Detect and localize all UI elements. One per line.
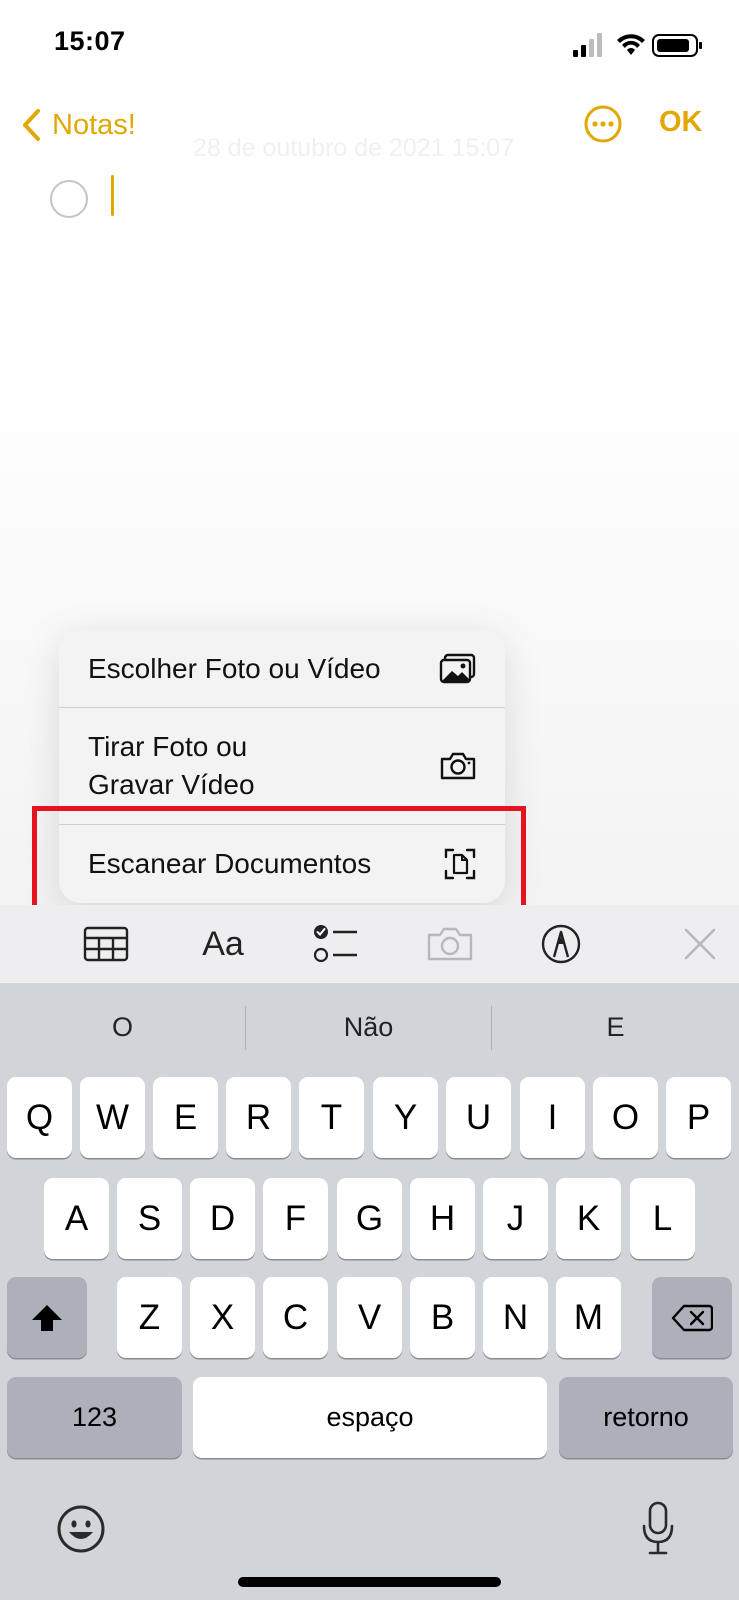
close-toolbar-button[interactable] [680,918,720,970]
battery-icon [652,34,702,57]
ellipsis-circle-icon [584,105,622,143]
backspace-icon [671,1304,713,1331]
emoji-icon [57,1505,105,1553]
key-d[interactable]: D [190,1178,255,1259]
more-options-button[interactable] [583,104,623,144]
text-caret [111,175,114,216]
key-u[interactable]: U [446,1077,511,1158]
key-w[interactable]: W [80,1077,145,1158]
menu-item-label: Escolher Foto ou Vídeo [88,652,381,684]
key-k[interactable]: K [556,1178,621,1259]
key-f[interactable]: F [263,1178,328,1259]
numbers-key[interactable]: 123 [7,1377,182,1458]
key-v[interactable]: V [337,1277,402,1358]
microphone-icon [642,1501,674,1555]
suggestion-3[interactable]: E [492,1002,739,1052]
delete-key[interactable] [652,1277,732,1358]
markup-icon [541,924,581,964]
checklist-icon [313,925,357,963]
key-r[interactable]: R [226,1077,291,1158]
key-i[interactable]: I [520,1077,585,1158]
format-text-button[interactable]: Aa [194,918,252,970]
cellular-signal-icon [573,33,602,57]
return-key[interactable]: retorno [559,1377,733,1458]
back-label: Notas! [52,108,136,141]
shift-icon [32,1304,62,1331]
home-indicator [238,1577,501,1587]
key-c[interactable]: C [263,1277,328,1358]
markup-button[interactable] [538,918,584,970]
menu-item-choose-photo[interactable]: Escolher Foto ou Vídeo [59,630,505,708]
suggestion-2[interactable]: Não [246,1002,491,1052]
close-icon [684,928,716,960]
suggestion-1[interactable]: O [0,1002,245,1052]
table-button[interactable] [80,918,132,970]
emoji-button[interactable] [56,1504,106,1554]
done-button[interactable]: OK [659,106,703,139]
key-g[interactable]: G [337,1178,402,1259]
key-z[interactable]: Z [117,1277,182,1358]
key-m[interactable]: M [556,1277,621,1358]
key-h[interactable]: H [410,1178,475,1259]
key-s[interactable]: S [117,1178,182,1259]
menu-item-label: Tirar Foto ou Gravar Vídeo [88,731,255,800]
chevron-left-icon [23,109,40,141]
back-button[interactable]: Notas! [20,100,136,150]
key-n[interactable]: N [483,1277,548,1358]
key-a[interactable]: A [44,1178,109,1259]
key-t[interactable]: T [299,1077,364,1158]
key-x[interactable]: X [190,1277,255,1358]
table-icon [83,926,129,962]
shift-key[interactable] [7,1277,87,1358]
status-icons [573,30,713,60]
key-b[interactable]: B [410,1277,475,1358]
status-time: 15:07 [54,26,126,56]
camera-icon [440,752,476,780]
key-p[interactable]: P [666,1077,731,1158]
checklist-button[interactable] [310,918,362,970]
camera-icon [427,927,473,961]
checklist-checkbox[interactable] [50,180,88,218]
space-key[interactable]: espaço [193,1377,547,1458]
key-e[interactable]: E [153,1077,218,1158]
key-q[interactable]: Q [7,1077,72,1158]
photo-library-icon [439,653,476,683]
dictation-button[interactable] [640,1500,676,1558]
key-l[interactable]: L [630,1178,695,1259]
wifi-icon [617,34,645,55]
key-y[interactable]: Y [373,1077,438,1158]
key-o[interactable]: O [593,1077,658,1158]
key-j[interactable]: J [483,1178,548,1259]
note-date: 28 de outubro de 2021 15:07 [193,134,515,162]
camera-button[interactable] [424,918,476,970]
